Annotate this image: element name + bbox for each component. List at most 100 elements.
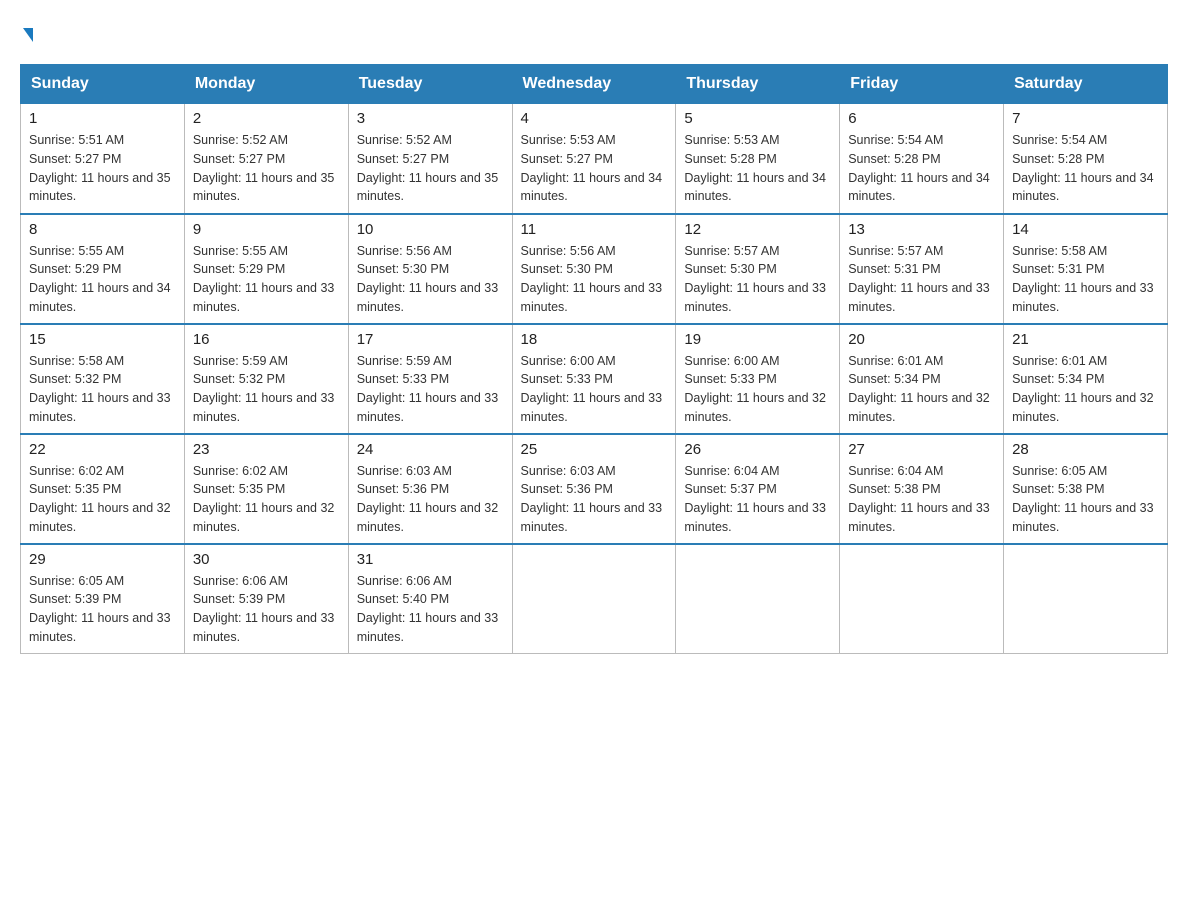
week-row-4: 22 Sunrise: 6:02 AMSunset: 5:35 PMDayligh… <box>21 434 1168 544</box>
calendar-cell: 30 Sunrise: 6:06 AMSunset: 5:39 PMDayligh… <box>184 544 348 654</box>
weekday-header-wednesday: Wednesday <box>512 65 676 104</box>
calendar-cell: 4 Sunrise: 5:53 AMSunset: 5:27 PMDaylight… <box>512 104 676 214</box>
day-info: Sunrise: 6:01 AMSunset: 5:34 PMDaylight:… <box>1012 352 1159 427</box>
calendar-cell: 20Sunrise: 6:01 AMSunset: 5:34 PMDayligh… <box>840 324 1004 434</box>
day-info: Sunrise: 6:06 AMSunset: 5:40 PMDaylight:… <box>357 572 504 647</box>
day-number: 15 <box>29 331 176 348</box>
day-info: Sunrise: 5:54 AMSunset: 5:28 PMDaylight:… <box>1012 131 1159 206</box>
calendar-cell: 13Sunrise: 5:57 AMSunset: 5:31 PMDayligh… <box>840 214 1004 324</box>
day-number: 18 <box>521 331 668 348</box>
calendar-cell: 31Sunrise: 6:06 AMSunset: 5:40 PMDayligh… <box>348 544 512 654</box>
day-info: Sunrise: 6:05 AMSunset: 5:39 PMDaylight:… <box>29 572 176 647</box>
day-info: Sunrise: 5:59 AMSunset: 5:33 PMDaylight:… <box>357 352 504 427</box>
day-number: 23 <box>193 441 340 458</box>
day-info: Sunrise: 5:53 AMSunset: 5:28 PMDaylight:… <box>684 131 831 206</box>
day-number: 7 <box>1012 110 1159 127</box>
calendar-cell: 24 Sunrise: 6:03 AMSunset: 5:36 PMDayligh… <box>348 434 512 544</box>
day-info: Sunrise: 5:53 AMSunset: 5:27 PMDaylight:… <box>521 131 668 206</box>
day-number: 16 <box>193 331 340 348</box>
day-number: 27 <box>848 441 995 458</box>
calendar-cell: 9 Sunrise: 5:55 AMSunset: 5:29 PMDaylight… <box>184 214 348 324</box>
day-number: 25 <box>521 441 668 458</box>
weekday-header-monday: Monday <box>184 65 348 104</box>
day-info: Sunrise: 5:51 AMSunset: 5:27 PMDaylight:… <box>29 131 176 206</box>
calendar-cell: 28Sunrise: 6:05 AMSunset: 5:38 PMDayligh… <box>1004 434 1168 544</box>
day-info: Sunrise: 5:57 AMSunset: 5:30 PMDaylight:… <box>684 242 831 317</box>
day-info: Sunrise: 5:52 AMSunset: 5:27 PMDaylight:… <box>357 131 504 206</box>
day-info: Sunrise: 6:00 AMSunset: 5:33 PMDaylight:… <box>684 352 831 427</box>
day-info: Sunrise: 5:55 AMSunset: 5:29 PMDaylight:… <box>193 242 340 317</box>
weekday-header-friday: Friday <box>840 65 1004 104</box>
day-number: 28 <box>1012 441 1159 458</box>
day-number: 22 <box>29 441 176 458</box>
day-info: Sunrise: 5:52 AMSunset: 5:27 PMDaylight:… <box>193 131 340 206</box>
day-info: Sunrise: 6:06 AMSunset: 5:39 PMDaylight:… <box>193 572 340 647</box>
calendar-table: SundayMondayTuesdayWednesdayThursdayFrid… <box>20 64 1168 654</box>
day-info: Sunrise: 6:01 AMSunset: 5:34 PMDaylight:… <box>848 352 995 427</box>
day-info: Sunrise: 6:04 AMSunset: 5:37 PMDaylight:… <box>684 462 831 537</box>
calendar-cell: 8 Sunrise: 5:55 AMSunset: 5:29 PMDaylight… <box>21 214 185 324</box>
day-info: Sunrise: 6:02 AMSunset: 5:35 PMDaylight:… <box>193 462 340 537</box>
weekday-header-saturday: Saturday <box>1004 65 1168 104</box>
calendar-cell: 11 Sunrise: 5:56 AMSunset: 5:30 PMDayligh… <box>512 214 676 324</box>
calendar-cell: 5 Sunrise: 5:53 AMSunset: 5:28 PMDaylight… <box>676 104 840 214</box>
day-number: 30 <box>193 551 340 568</box>
weekday-header-sunday: Sunday <box>21 65 185 104</box>
weekday-header-tuesday: Tuesday <box>348 65 512 104</box>
day-number: 29 <box>29 551 176 568</box>
day-number: 5 <box>684 110 831 127</box>
day-info: Sunrise: 5:56 AMSunset: 5:30 PMDaylight:… <box>357 242 504 317</box>
day-info: Sunrise: 6:03 AMSunset: 5:36 PMDaylight:… <box>357 462 504 537</box>
day-number: 3 <box>357 110 504 127</box>
calendar-cell: 2 Sunrise: 5:52 AMSunset: 5:27 PMDaylight… <box>184 104 348 214</box>
day-number: 2 <box>193 110 340 127</box>
header <box>20 20 1168 48</box>
day-info: Sunrise: 6:04 AMSunset: 5:38 PMDaylight:… <box>848 462 995 537</box>
day-number: 8 <box>29 221 176 238</box>
day-number: 1 <box>29 110 176 127</box>
day-number: 9 <box>193 221 340 238</box>
day-info: Sunrise: 5:59 AMSunset: 5:32 PMDaylight:… <box>193 352 340 427</box>
day-info: Sunrise: 6:02 AMSunset: 5:35 PMDaylight:… <box>29 462 176 537</box>
day-number: 24 <box>357 441 504 458</box>
logo <box>20 20 33 48</box>
weekday-header-thursday: Thursday <box>676 65 840 104</box>
calendar-cell: 25Sunrise: 6:03 AMSunset: 5:36 PMDayligh… <box>512 434 676 544</box>
calendar-cell <box>1004 544 1168 654</box>
day-info: Sunrise: 5:58 AMSunset: 5:31 PMDaylight:… <box>1012 242 1159 317</box>
calendar-cell: 17 Sunrise: 5:59 AMSunset: 5:33 PMDayligh… <box>348 324 512 434</box>
calendar-cell: 29 Sunrise: 6:05 AMSunset: 5:39 PMDayligh… <box>21 544 185 654</box>
week-row-5: 29 Sunrise: 6:05 AMSunset: 5:39 PMDayligh… <box>21 544 1168 654</box>
calendar-cell: 6 Sunrise: 5:54 AMSunset: 5:28 PMDaylight… <box>840 104 1004 214</box>
weekday-header-row: SundayMondayTuesdayWednesdayThursdayFrid… <box>21 65 1168 104</box>
calendar-cell: 18 Sunrise: 6:00 AMSunset: 5:33 PMDayligh… <box>512 324 676 434</box>
calendar-cell: 27 Sunrise: 6:04 AMSunset: 5:38 PMDayligh… <box>840 434 1004 544</box>
day-number: 10 <box>357 221 504 238</box>
day-info: Sunrise: 6:00 AMSunset: 5:33 PMDaylight:… <box>521 352 668 427</box>
calendar-cell: 19 Sunrise: 6:00 AMSunset: 5:33 PMDayligh… <box>676 324 840 434</box>
day-number: 19 <box>684 331 831 348</box>
day-number: 4 <box>521 110 668 127</box>
calendar-cell: 15 Sunrise: 5:58 AMSunset: 5:32 PMDayligh… <box>21 324 185 434</box>
day-info: Sunrise: 5:54 AMSunset: 5:28 PMDaylight:… <box>848 131 995 206</box>
day-number: 12 <box>684 221 831 238</box>
day-info: Sunrise: 5:56 AMSunset: 5:30 PMDaylight:… <box>521 242 668 317</box>
day-info: Sunrise: 5:55 AMSunset: 5:29 PMDaylight:… <box>29 242 176 317</box>
day-number: 17 <box>357 331 504 348</box>
calendar-cell: 21Sunrise: 6:01 AMSunset: 5:34 PMDayligh… <box>1004 324 1168 434</box>
week-row-2: 8 Sunrise: 5:55 AMSunset: 5:29 PMDaylight… <box>21 214 1168 324</box>
calendar-cell: 14 Sunrise: 5:58 AMSunset: 5:31 PMDayligh… <box>1004 214 1168 324</box>
day-info: Sunrise: 5:57 AMSunset: 5:31 PMDaylight:… <box>848 242 995 317</box>
day-number: 6 <box>848 110 995 127</box>
calendar-cell: 1 Sunrise: 5:51 AMSunset: 5:27 PMDaylight… <box>21 104 185 214</box>
day-number: 11 <box>521 221 668 238</box>
day-info: Sunrise: 5:58 AMSunset: 5:32 PMDaylight:… <box>29 352 176 427</box>
logo-triangle-icon <box>23 28 33 42</box>
calendar-cell <box>840 544 1004 654</box>
calendar-cell <box>676 544 840 654</box>
calendar-cell: 23 Sunrise: 6:02 AMSunset: 5:35 PMDayligh… <box>184 434 348 544</box>
day-number: 14 <box>1012 221 1159 238</box>
calendar-cell: 3 Sunrise: 5:52 AMSunset: 5:27 PMDaylight… <box>348 104 512 214</box>
calendar-cell: 26 Sunrise: 6:04 AMSunset: 5:37 PMDayligh… <box>676 434 840 544</box>
day-number: 26 <box>684 441 831 458</box>
